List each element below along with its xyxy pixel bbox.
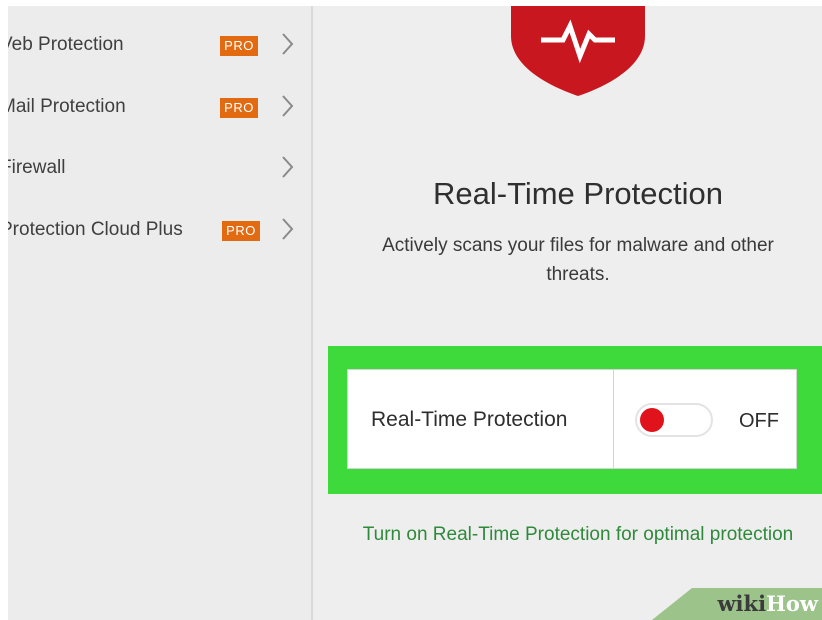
- chevron-right-icon: [282, 95, 294, 117]
- page-description: Actively scans your files for malware an…: [382, 235, 774, 285]
- sidebar-item-web-protection[interactable]: Veb Protection PRO: [8, 26, 311, 66]
- chevron-right-icon: [282, 156, 294, 178]
- watermark: wikiHow: [717, 591, 818, 616]
- pro-badge: PRO: [220, 98, 258, 118]
- watermark-how: How: [766, 591, 818, 616]
- sidebar-item-label: Protection Cloud Plus: [8, 219, 183, 240]
- watermark-wiki: wiki: [717, 591, 767, 616]
- sidebar-item-mail-protection[interactable]: Mail Protection PRO: [8, 88, 311, 128]
- chevron-right-icon: [282, 218, 294, 240]
- app-window: Veb Protection PRO Mail Protection PRO F…: [8, 6, 822, 620]
- card-divider: [613, 370, 614, 468]
- toggle-knob: [640, 408, 664, 432]
- sidebar: Veb Protection PRO Mail Protection PRO F…: [8, 6, 311, 620]
- toggle-state-label: OFF: [739, 410, 779, 432]
- pro-badge: PRO: [220, 36, 258, 56]
- sidebar-item-label: Mail Protection: [8, 96, 126, 117]
- enable-protection-link[interactable]: Turn on Real-Time Protection for optimal…: [353, 520, 803, 549]
- setting-label: Real-Time Protection: [371, 408, 568, 431]
- sidebar-item-protection-cloud-plus[interactable]: Protection Cloud Plus PRO: [8, 211, 311, 251]
- sidebar-item-label: Veb Protection: [8, 34, 124, 55]
- main-panel: Real-Time Protection Actively scans your…: [313, 6, 822, 620]
- sidebar-item-label: Firewall: [8, 157, 66, 178]
- sidebar-item-firewall[interactable]: Firewall: [8, 149, 311, 189]
- page-title: Real-Time Protection: [432, 176, 723, 211]
- pro-badge: PRO: [222, 221, 260, 241]
- real-time-protection-toggle[interactable]: [635, 403, 713, 437]
- setting-card: Real-Time Protection OFF: [347, 369, 797, 469]
- shield-heartbeat-icon: [511, 6, 645, 96]
- chevron-right-icon: [282, 33, 294, 55]
